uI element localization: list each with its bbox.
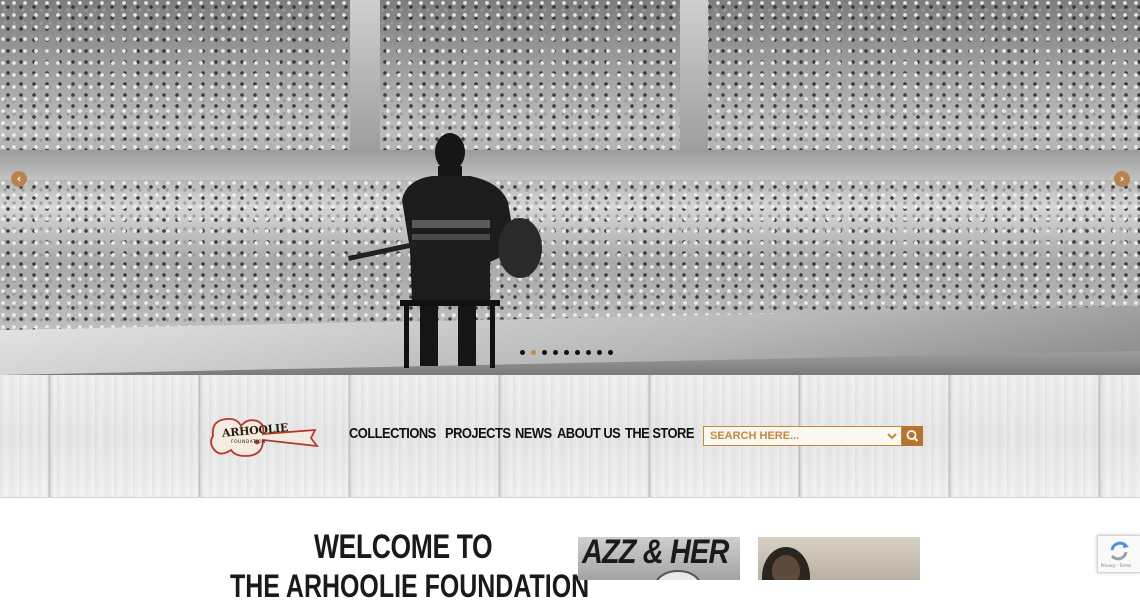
menu-item-collections[interactable]: COLLECTIONS <box>349 425 436 442</box>
slider-dot[interactable] <box>575 350 580 355</box>
logo-subtitle: FOUNDATION <box>231 440 266 445</box>
chevron-right-icon: › <box>1119 172 1125 185</box>
menu-item-projects[interactable]: PROJECTS <box>445 425 511 442</box>
search-button[interactable] <box>902 426 923 446</box>
slider-dot[interactable] <box>520 350 525 355</box>
welcome-heading: WELCOME TO <box>314 528 493 566</box>
crowd-upper-image <box>0 0 1140 150</box>
stadium-wall <box>0 150 1140 180</box>
stadium-aisle <box>350 0 380 150</box>
search-box <box>703 426 902 446</box>
slider-dot[interactable] <box>608 350 613 355</box>
menu-item-the-store[interactable]: THE STORE <box>625 425 694 442</box>
primary-menu: COLLECTIONS PROJECTS NEWS ABOUT US THE S… <box>349 425 694 442</box>
menu-item-news[interactable]: NEWS <box>515 425 552 442</box>
magnifier-icon <box>906 430 919 442</box>
slider-prev-button[interactable]: ‹ <box>11 171 27 187</box>
slider-dot-active[interactable] <box>531 350 536 355</box>
menu-item-about-us[interactable]: ABOUT US <box>557 425 621 442</box>
slider-dot[interactable] <box>542 350 547 355</box>
slider-dot[interactable] <box>553 350 558 355</box>
thumbnail-image <box>762 547 810 580</box>
slider-dot[interactable] <box>586 350 591 355</box>
thumbnail-image <box>656 570 700 580</box>
feature-thumbnail[interactable]: AZZ & HER <box>578 537 740 580</box>
chevron-down-icon[interactable] <box>886 428 898 444</box>
feature-thumbnail[interactable] <box>758 537 920 580</box>
performer-silhouette <box>348 133 542 368</box>
stadium-aisle <box>680 0 708 150</box>
recaptcha-icon <box>1110 541 1129 561</box>
search-input[interactable] <box>704 427 879 445</box>
welcome-subheading: THE ARHOOLIE FOUNDATION <box>230 568 590 604</box>
slider-next-button[interactable]: › <box>1114 171 1130 187</box>
slider-pagination <box>520 350 613 358</box>
hero-slider: ‹ › <box>0 0 1140 375</box>
slider-dot[interactable] <box>597 350 602 355</box>
chevron-left-icon: ‹ <box>16 172 22 185</box>
recaptcha-terms-link[interactable]: Privacy - Terms <box>1101 563 1131 568</box>
slider-dot[interactable] <box>564 350 569 355</box>
